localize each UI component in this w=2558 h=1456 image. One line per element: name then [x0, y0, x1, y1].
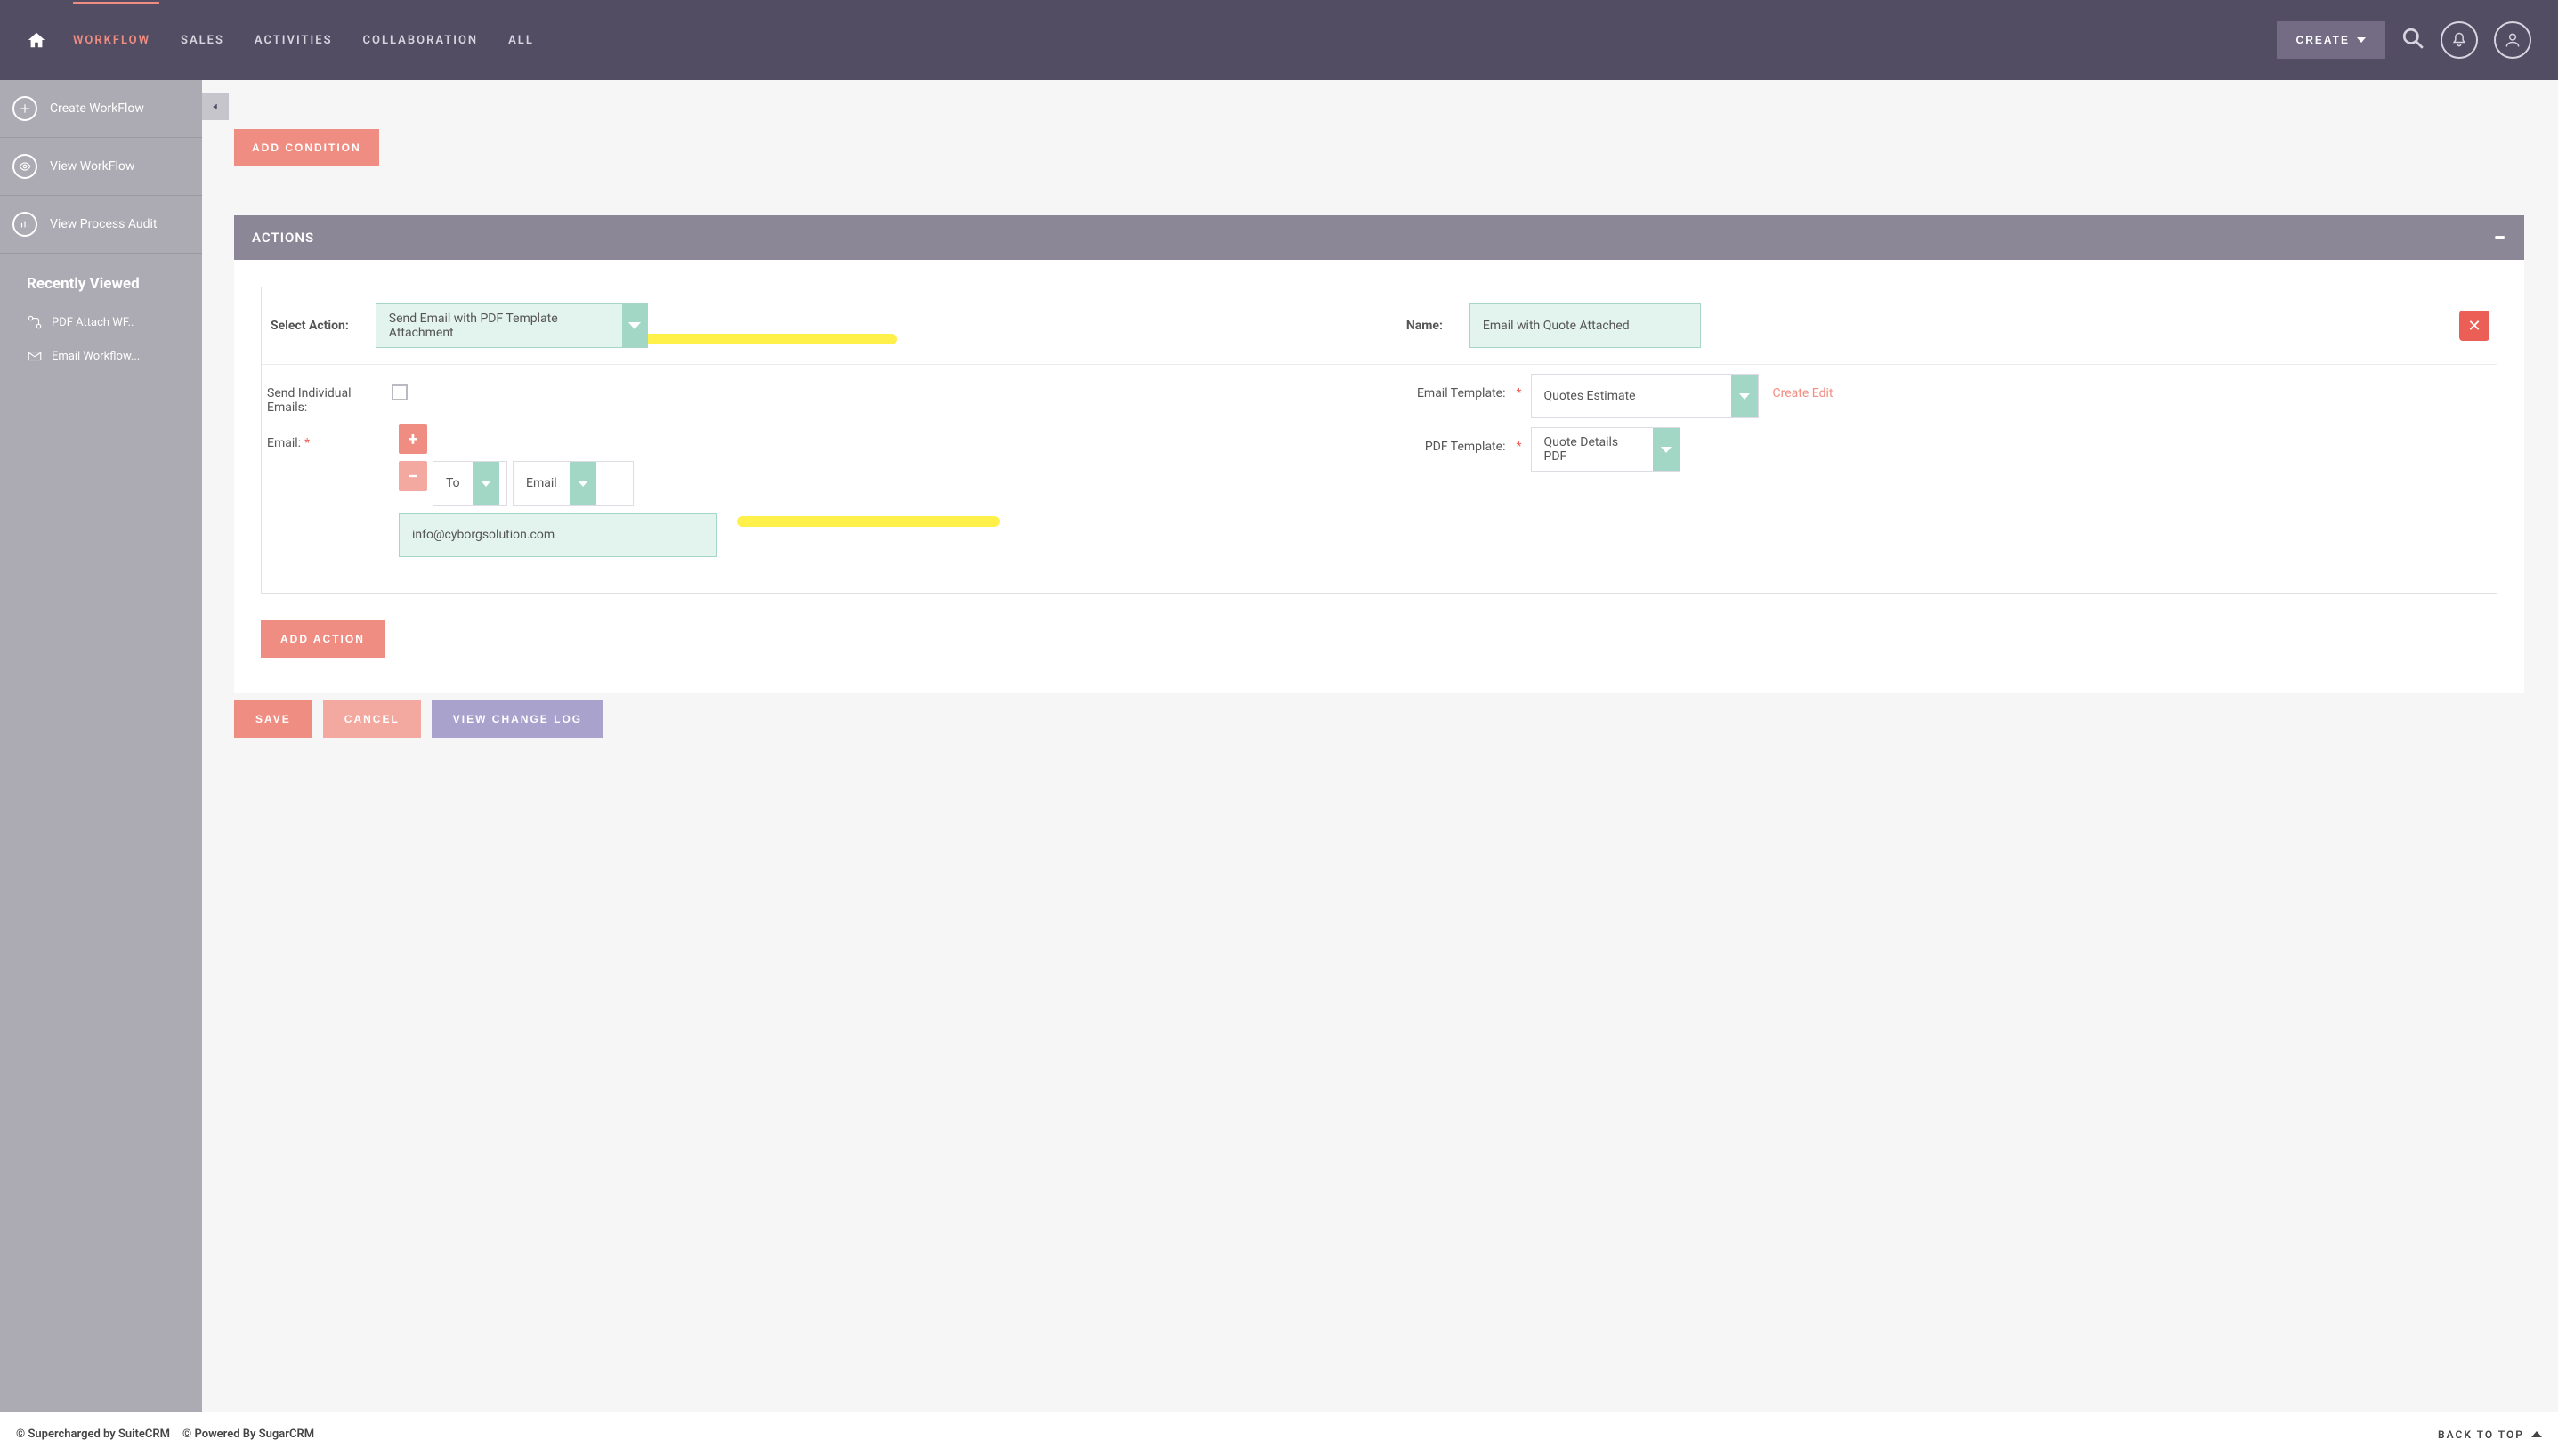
- add-action-button[interactable]: ADD ACTION: [261, 620, 385, 658]
- form-actions: SAVE CANCEL VIEW CHANGE LOG: [234, 700, 2524, 738]
- action-card: Select Action: Send Email with PDF Templ…: [261, 287, 2497, 594]
- eye-icon: [12, 154, 37, 179]
- email-value: info@cyborgsolution.com: [412, 528, 555, 542]
- collapse-sidebar-button[interactable]: [202, 93, 229, 120]
- cancel-button[interactable]: CANCEL: [323, 700, 421, 738]
- delete-action-button[interactable]: ✕: [2459, 311, 2489, 341]
- sidebar-item-label: View Process Audit: [50, 217, 158, 231]
- nav-tabs: WORKFLOW SALES ACTIVITIES COLLABORATION …: [73, 2, 534, 79]
- send-individual-label: Send Individual Emails:: [267, 374, 383, 415]
- chart-icon: [12, 212, 37, 237]
- caret-up-icon: [2531, 1431, 2542, 1437]
- create-button[interactable]: CREATE: [2277, 21, 2385, 59]
- select-action-label: Select Action:: [271, 319, 349, 333]
- sidebar-item-view-workflow[interactable]: View WorkFlow: [0, 138, 202, 196]
- create-edit-link[interactable]: Create Edit: [1773, 374, 1834, 400]
- sidebar-item-view-process-audit[interactable]: View Process Audit: [0, 196, 202, 254]
- sidebar-item-create-workflow[interactable]: Create WorkFlow: [0, 80, 202, 138]
- actions-panel-title: ACTIONS: [252, 230, 314, 246]
- email-value-input[interactable]: info@cyborgsolution.com: [399, 513, 717, 557]
- search-icon[interactable]: [2401, 27, 2424, 53]
- add-condition-button[interactable]: ADD CONDITION: [234, 129, 379, 166]
- email-template-value: Quotes Estimate: [1532, 389, 1731, 403]
- back-to-top-button[interactable]: BACK TO TOP: [2438, 1428, 2542, 1441]
- sidebar-item-label: View WorkFlow: [50, 159, 134, 174]
- main-content: ADD CONDITION ACTIONS − Select Action: S…: [202, 80, 2558, 1412]
- back-to-top-label: BACK TO TOP: [2438, 1428, 2524, 1441]
- name-label: Name:: [1406, 319, 1443, 333]
- recent-item[interactable]: PDF Attach WF..: [0, 305, 202, 339]
- nav-tab-activities[interactable]: ACTIVITIES: [255, 2, 333, 79]
- highlight-annotation: [737, 516, 1000, 527]
- workflow-icon: [27, 314, 43, 330]
- recent-item-label: PDF Attach WF..: [52, 316, 134, 329]
- name-input[interactable]: Email with Quote Attached: [1469, 303, 1701, 348]
- email-label: Email:*: [267, 424, 312, 450]
- caret-down-icon: [1731, 375, 1758, 417]
- name-value: Email with Quote Attached: [1483, 319, 1630, 333]
- nav-tab-collaboration[interactable]: COLLABORATION: [363, 2, 479, 79]
- view-change-log-button[interactable]: VIEW CHANGE LOG: [432, 700, 603, 738]
- caret-down-icon: [473, 462, 499, 505]
- email-to-dropdown[interactable]: To: [433, 461, 507, 506]
- email-type-dropdown[interactable]: Email: [513, 461, 634, 506]
- save-button[interactable]: SAVE: [234, 700, 312, 738]
- notifications-icon[interactable]: [2441, 21, 2478, 59]
- caret-down-icon: [2357, 37, 2366, 43]
- create-button-label: CREATE: [2296, 34, 2350, 46]
- pdf-template-dropdown[interactable]: Quote Details PDF: [1531, 427, 1680, 472]
- home-icon[interactable]: [27, 30, 46, 50]
- nav-tab-sales[interactable]: SALES: [181, 2, 224, 79]
- pdf-template-value: Quote Details PDF: [1532, 435, 1653, 464]
- sidebar-item-label: Create WorkFlow: [50, 101, 144, 116]
- user-icon[interactable]: [2494, 21, 2531, 59]
- recently-viewed-title: Recently Viewed: [0, 254, 202, 305]
- select-action-dropdown[interactable]: Send Email with PDF Template Attachment: [376, 303, 648, 348]
- send-individual-checkbox[interactable]: [392, 384, 408, 400]
- top-nav: WORKFLOW SALES ACTIVITIES COLLABORATION …: [0, 0, 2558, 80]
- actions-panel-body: Select Action: Send Email with PDF Templ…: [234, 260, 2524, 693]
- caret-down-icon: [1653, 428, 1680, 471]
- email-to-value: To: [433, 476, 473, 490]
- caret-down-icon: [622, 304, 647, 347]
- add-email-button[interactable]: +: [399, 424, 427, 454]
- footer-copy-suitecrm: © Supercharged by SuiteCRM: [16, 1428, 170, 1441]
- pdf-template-label: PDF Template:*: [1406, 427, 1522, 454]
- select-action-value: Send Email with PDF Template Attachment: [376, 311, 622, 340]
- sidebar: Create WorkFlow View WorkFlow View Proce…: [0, 80, 202, 1412]
- email-type-value: Email: [514, 476, 570, 490]
- actions-panel-header: ACTIONS −: [234, 215, 2524, 260]
- email-icon: [27, 348, 43, 364]
- email-template-label: Email Template:*: [1406, 374, 1522, 400]
- nav-tab-workflow[interactable]: WORKFLOW: [73, 2, 150, 79]
- footer: © Supercharged by SuiteCRM © Powered By …: [0, 1412, 2558, 1456]
- plus-icon: [12, 96, 37, 121]
- caret-down-icon: [570, 462, 596, 505]
- nav-tab-all[interactable]: ALL: [508, 2, 534, 79]
- remove-email-button[interactable]: −: [399, 461, 427, 491]
- email-template-dropdown[interactable]: Quotes Estimate: [1531, 374, 1759, 418]
- recent-item[interactable]: Email Workflow...: [0, 339, 202, 373]
- footer-copy-sugarcrm: © Powered By SugarCRM: [182, 1428, 314, 1441]
- recent-item-label: Email Workflow...: [52, 350, 140, 363]
